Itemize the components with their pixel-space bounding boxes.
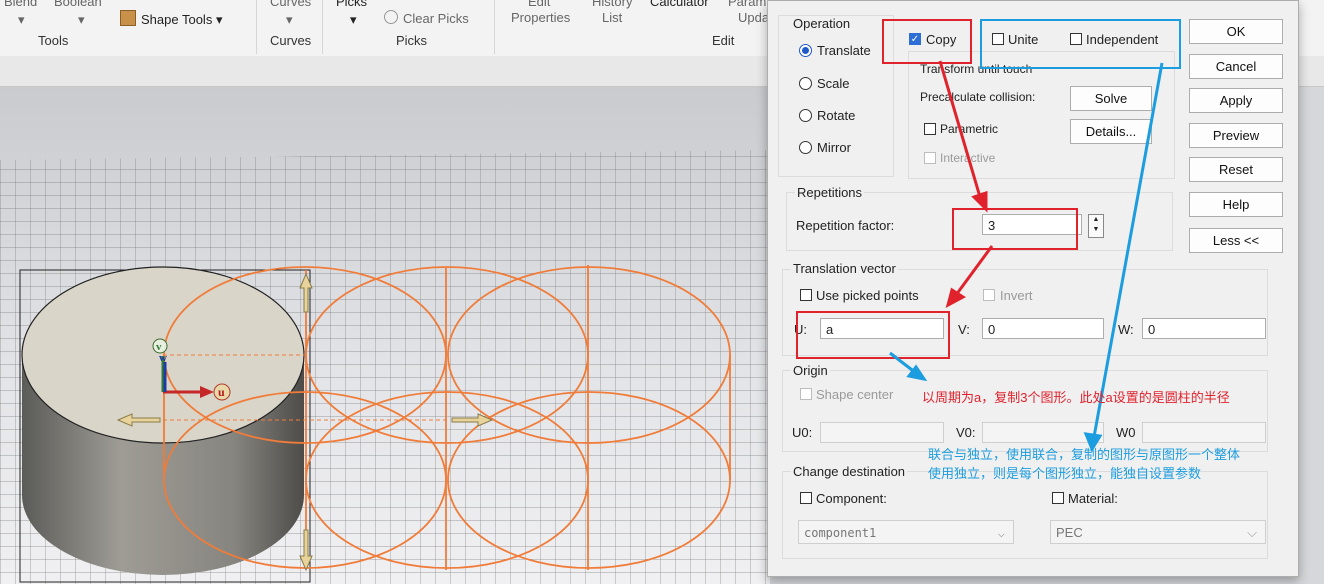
interactive-checkbox[interactable]	[924, 152, 936, 164]
chevron-down-icon[interactable]: ▾	[78, 12, 85, 28]
less-button[interactable]: Less <<	[1189, 228, 1283, 253]
mirror-label[interactable]: Mirror	[817, 140, 851, 155]
material-checkbox[interactable]	[1052, 492, 1064, 504]
copy-highlight-box	[882, 19, 972, 64]
scale-radio[interactable]	[799, 77, 812, 90]
chevron-down-icon[interactable]: ▾	[350, 12, 357, 28]
precalculate-collision-label: Precalculate collision:	[920, 90, 1036, 104]
ribbon-history-label[interactable]: History	[592, 0, 632, 9]
blue-annotation-text-1: 联合与独立，使用联合，复制的图形与原图形一个整体	[928, 447, 1241, 462]
chevron-down-icon[interactable]: ▾	[18, 12, 25, 28]
chevron-down-icon: ▾	[215, 12, 223, 27]
clear-picks-icon	[384, 10, 398, 24]
shape-tools-button[interactable]: Shape Tools ▾	[120, 10, 222, 28]
translate-radio[interactable]	[799, 44, 812, 57]
group-picks-label: Picks	[396, 33, 428, 48]
invert-label[interactable]: Invert	[1000, 288, 1033, 303]
u-highlight-box	[796, 311, 950, 359]
ribbon-blend-label[interactable]: Blend	[4, 0, 37, 9]
shape-center-checkbox[interactable]	[800, 388, 812, 400]
chevron-down-icon: ⌵	[1247, 525, 1257, 540]
repetitions-title: Repetitions	[795, 185, 865, 200]
parametric-checkbox[interactable]	[924, 123, 936, 135]
group-tools-label: Tools	[38, 33, 69, 48]
mirror-radio[interactable]	[799, 141, 812, 154]
rotate-radio[interactable]	[799, 109, 812, 122]
repetition-spinner[interactable]: ▲ ▼	[1088, 214, 1104, 238]
group-edit-label: Edit	[712, 33, 735, 48]
w-label: W:	[1118, 322, 1134, 337]
v0-input[interactable]	[982, 422, 1104, 443]
axis-label-u: u	[218, 385, 225, 399]
translate-label[interactable]: Translate	[817, 43, 871, 58]
history-list-button[interactable]: List	[602, 10, 622, 25]
v0-label: V0:	[956, 425, 976, 440]
3d-viewport[interactable]: u v w	[0, 87, 770, 584]
shape-tools-icon	[120, 10, 136, 26]
w0-label: W0	[1116, 425, 1136, 440]
material-select[interactable]: PEC ⌵	[1050, 520, 1266, 544]
edit-properties-button[interactable]: Properties	[511, 10, 570, 25]
parametric-label[interactable]: Parametric	[940, 122, 998, 136]
apply-button[interactable]: Apply	[1189, 88, 1283, 113]
invert-checkbox[interactable]	[983, 289, 995, 301]
repetition-highlight-box	[952, 208, 1078, 250]
material-label[interactable]: Material:	[1068, 491, 1118, 506]
unite-independent-highlight-box	[980, 19, 1181, 69]
blue-annotation-text-2: 使用独立，则是每个图形独立，能独自设置参数	[928, 466, 1202, 481]
component-checkbox[interactable]	[800, 492, 812, 504]
use-picked-points-checkbox[interactable]	[800, 289, 812, 301]
u0-label: U0:	[792, 425, 813, 440]
change-destination-title: Change destination	[791, 464, 908, 479]
ribbon-edit-label[interactable]: Edit	[528, 0, 550, 9]
clear-picks-button[interactable]: Clear Picks	[384, 10, 469, 26]
preview-button[interactable]: Preview	[1189, 123, 1283, 148]
ribbon-param-label[interactable]: Param	[728, 0, 766, 9]
chevron-down-icon: ⌵	[997, 526, 1005, 540]
shape-center-label[interactable]: Shape center	[816, 387, 893, 402]
group-curves-label: Curves	[270, 33, 312, 48]
cancel-button[interactable]: Cancel	[1189, 54, 1283, 79]
component-select[interactable]: component1 ⌵	[798, 520, 1014, 544]
w-input[interactable]: 0	[1142, 318, 1266, 339]
v-label: V:	[958, 322, 970, 337]
calculator-button[interactable]: Calculator	[650, 0, 709, 9]
ribbon-curves-label[interactable]: Curves	[270, 0, 311, 9]
u0-input[interactable]	[820, 422, 944, 443]
interactive-label[interactable]: Interactive	[940, 151, 995, 165]
ribbon-picks-label[interactable]: Picks	[336, 0, 367, 9]
help-button[interactable]: Help	[1189, 192, 1283, 217]
origin-title: Origin	[791, 363, 830, 378]
change-destination-group	[782, 471, 1268, 559]
ribbon-divider	[322, 0, 323, 54]
axis-label-w: w	[159, 352, 167, 364]
v-input[interactable]: 0	[982, 318, 1104, 339]
rotate-label[interactable]: Rotate	[817, 108, 855, 123]
ribbon-divider	[494, 0, 495, 54]
w0-input[interactable]	[1142, 422, 1266, 443]
ok-button[interactable]: OK	[1189, 19, 1283, 44]
repetition-factor-label: Repetition factor:	[796, 218, 895, 233]
solve-button[interactable]: Solve	[1070, 86, 1152, 111]
ribbon-divider	[256, 0, 257, 54]
scale-label[interactable]: Scale	[817, 76, 850, 91]
update-button[interactable]: Upda	[738, 10, 769, 25]
operation-title: Operation	[791, 16, 853, 31]
chevron-down-icon[interactable]: ▾	[286, 12, 293, 28]
component-label[interactable]: Component:	[816, 491, 887, 506]
use-picked-points-label[interactable]: Use picked points	[816, 288, 919, 303]
ribbon-boolean-label[interactable]: Boolean	[54, 0, 102, 9]
translation-vector-title: Translation vector	[791, 261, 898, 276]
scene[interactable]: u v w	[0, 87, 770, 584]
red-annotation-text: 以周期为a，复制3个图形。此处a设置的是圆柱的半径	[922, 390, 1230, 405]
reset-button[interactable]: Reset	[1189, 157, 1283, 182]
transform-dialog: Operation Translate Scale Rotate Mirror …	[767, 0, 1299, 577]
details-button[interactable]: Details...	[1070, 119, 1152, 144]
